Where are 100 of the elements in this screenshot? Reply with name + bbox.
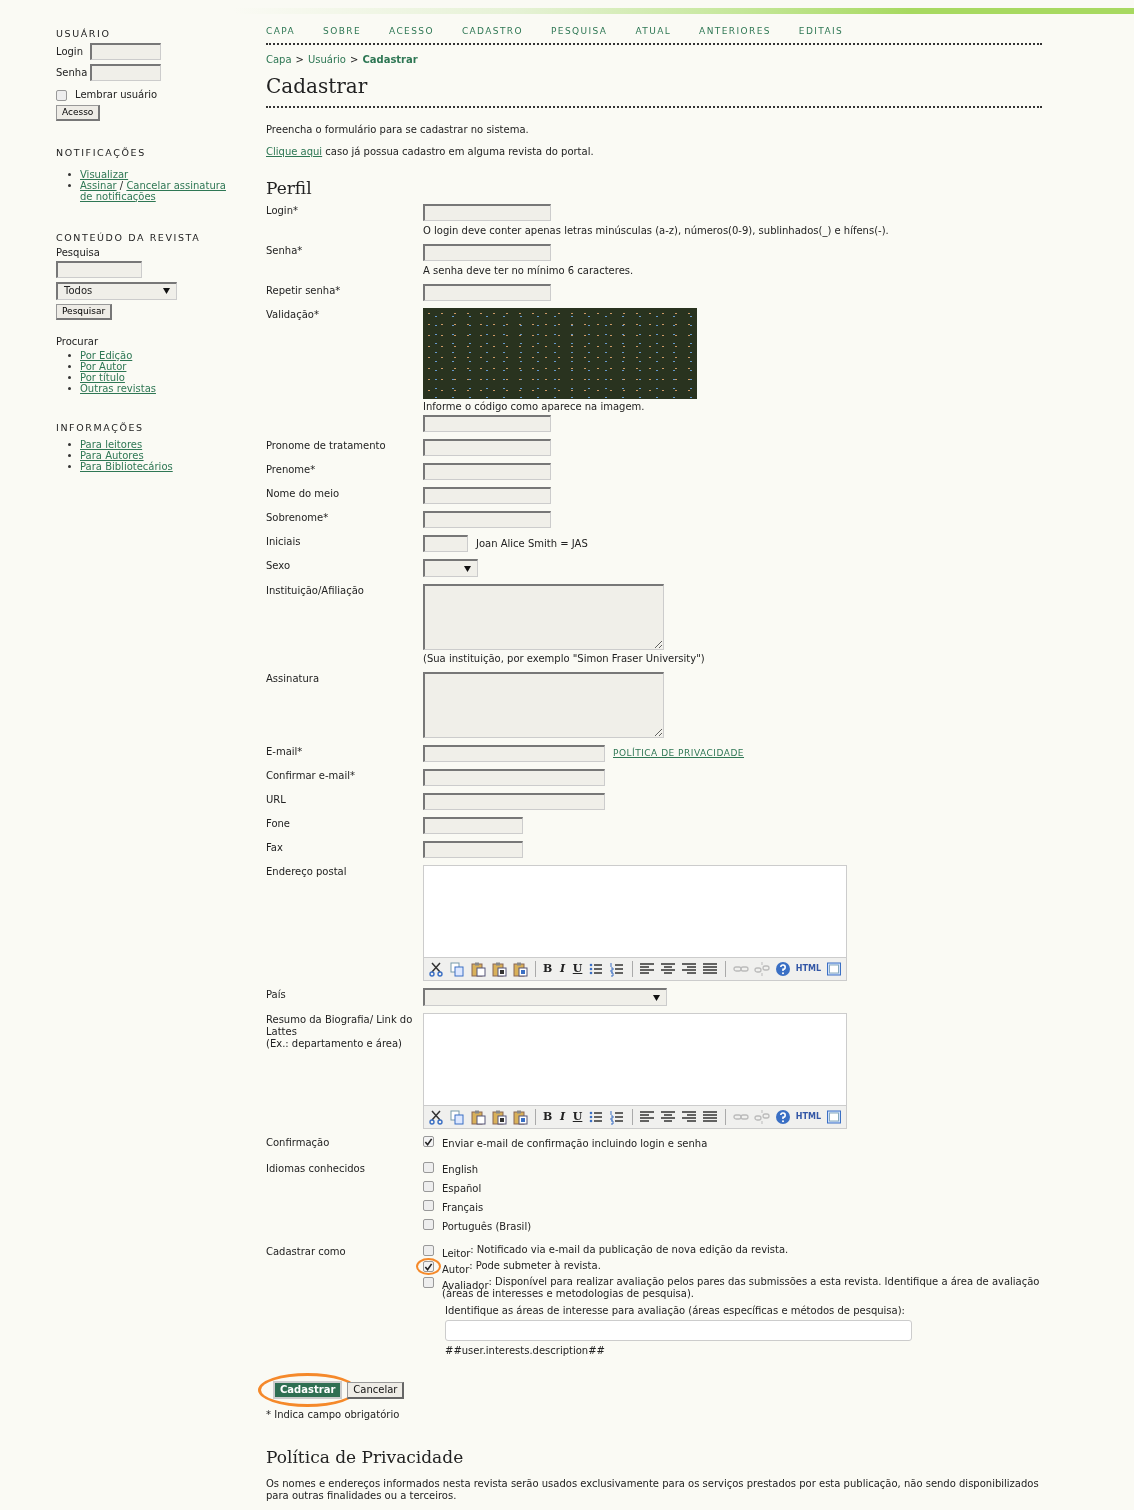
paste-word-icon[interactable] (512, 961, 528, 978)
fullscreen-icon[interactable] (826, 1109, 842, 1126)
copy-icon[interactable] (449, 1109, 465, 1126)
link[interactable]: Clique aqui (266, 145, 323, 157)
field-hint: A senha deve ter no mínimo 6 caracteres. (423, 265, 634, 278)
link[interactable]: Assinar (80, 179, 117, 191)
text-field[interactable] (423, 817, 523, 835)
paste-icon[interactable] (470, 1109, 486, 1126)
link[interactable]: Cancelar assinatura (126, 179, 226, 191)
help-icon[interactable] (774, 961, 791, 978)
field-label: Senha* (266, 244, 304, 259)
italic-button[interactable]: I (557, 1109, 568, 1126)
checkbox[interactable] (423, 1245, 434, 1257)
field-label: Instituição/Afiliação (266, 584, 365, 599)
checkbox[interactable] (423, 1162, 434, 1174)
login-button[interactable]: Acesso (56, 105, 101, 122)
text-field[interactable] (423, 487, 551, 505)
breadcrumb-link[interactable]: Usuário (308, 53, 346, 66)
privacy-text: Os nomes e endereços informados nesta revista serão usados exclusivamente para os serviços prestados por esta publicação, não sendo disponibilizados para outras finalidades ou a terceiros. (266, 1477, 1040, 1502)
text-field[interactable] (423, 284, 551, 302)
nav-link[interactable]: EDITAIS (798, 26, 844, 37)
link[interactable]: Para Autores (80, 450, 144, 462)
text-area[interactable] (423, 584, 664, 651)
breadcrumb-link[interactable]: Cadastrar (362, 53, 418, 66)
link[interactable]: Por Autor (80, 360, 127, 372)
field-label: Validação* (266, 308, 320, 323)
html-button[interactable]: HTML (795, 961, 821, 978)
fullscreen-icon[interactable] (826, 961, 842, 978)
section-title: Perfil (266, 177, 313, 199)
html-button[interactable]: HTML (795, 1109, 821, 1126)
numbered-list-icon[interactable] (608, 1109, 625, 1126)
paste-word-icon[interactable] (512, 1109, 528, 1126)
italic-button[interactable]: I (557, 961, 568, 978)
nav-link[interactable]: CADASTRO (461, 26, 523, 37)
text-field[interactable] (423, 439, 551, 457)
text-field[interactable] (90, 43, 161, 61)
checkbox[interactable] (423, 1219, 434, 1231)
bullet-icon (68, 183, 71, 187)
numbered-list-icon[interactable] (608, 961, 625, 978)
dropdown[interactable] (423, 988, 667, 1007)
text-field[interactable] (423, 793, 605, 811)
checkbox[interactable] (423, 1200, 434, 1212)
caret-icon (464, 565, 471, 572)
nav-link[interactable]: ANTERIORES (699, 26, 771, 37)
bold-button[interactable]: B (542, 1109, 553, 1126)
submit-button[interactable]: Cadastrar (273, 1381, 343, 1400)
privacy-policy-link[interactable]: POLÍTICA DE PRIVACIDADE (613, 748, 744, 760)
cut-icon[interactable] (428, 961, 444, 978)
field-label: Prenome* (266, 463, 317, 478)
link[interactable]: Para Bibliotecários (80, 461, 173, 473)
nav-link[interactable]: ACESSO (389, 26, 434, 37)
underline-button[interactable]: U (572, 961, 583, 978)
help-icon[interactable] (774, 1109, 791, 1126)
copy-icon[interactable] (449, 961, 465, 978)
paste-text-icon[interactable] (491, 961, 507, 978)
checkbox[interactable] (423, 1277, 434, 1289)
bold-button[interactable]: B (542, 961, 553, 978)
text-field[interactable] (423, 463, 551, 481)
cancel-button[interactable]: Cancelar (347, 1381, 405, 1399)
nav-link[interactable]: ATUAL (635, 26, 672, 37)
dropdown[interactable] (423, 559, 478, 578)
checkbox[interactable] (423, 1261, 434, 1273)
text-area[interactable] (423, 672, 664, 739)
link[interactable]: Por Edição (80, 349, 133, 361)
role-description: Leitor: Notificado via e-mail da publicação de nova edição da revista. (442, 1244, 789, 1257)
text-field[interactable] (423, 204, 551, 222)
checkbox[interactable] (423, 1181, 434, 1193)
text-field[interactable] (90, 64, 161, 82)
required-note: * Indica campo obrigatório (266, 1409, 401, 1422)
paste-text-icon[interactable] (491, 1109, 507, 1126)
search-field[interactable] (56, 260, 142, 278)
nav-link[interactable]: SOBRE (323, 26, 361, 37)
search-button[interactable]: Pesquisar (56, 303, 113, 320)
field-label: Resumo da Biografia/ Link do Lattes (Ex.: departamento e área) (266, 1013, 414, 1052)
underline-button[interactable]: U (572, 1109, 583, 1126)
text-field[interactable] (423, 769, 605, 787)
text-field[interactable] (423, 511, 551, 529)
nav-link[interactable]: CAPA (266, 26, 296, 37)
text-field[interactable] (423, 244, 551, 262)
link[interactable]: Para leitores (80, 439, 143, 451)
paste-icon[interactable] (470, 961, 486, 978)
dropdown[interactable]: Todos (56, 281, 177, 300)
field-label: Fone (266, 817, 291, 832)
text-field[interactable] (423, 745, 605, 763)
intro-text: Preencha o formulário para se cadastrar no sistema. (266, 123, 530, 136)
nav-link[interactable]: PESQUISA (551, 26, 608, 37)
checkbox[interactable] (423, 1136, 434, 1148)
breadcrumb-link[interactable]: Capa (266, 53, 292, 66)
cut-icon[interactable] (428, 1109, 444, 1126)
link[interactable]: Outras revistas (80, 382, 156, 394)
link[interactable]: de notificações (80, 190, 156, 202)
text-field[interactable] (423, 415, 551, 433)
link[interactable]: Visualizar (80, 168, 129, 180)
section-title: Política de Privacidade (266, 1447, 465, 1468)
link[interactable]: Por título (80, 371, 125, 383)
field-label: Login* (266, 204, 299, 219)
text-field[interactable] (423, 841, 523, 859)
text-field[interactable] (445, 1320, 912, 1342)
checkbox[interactable] (56, 89, 67, 101)
text-field[interactable] (423, 535, 468, 553)
